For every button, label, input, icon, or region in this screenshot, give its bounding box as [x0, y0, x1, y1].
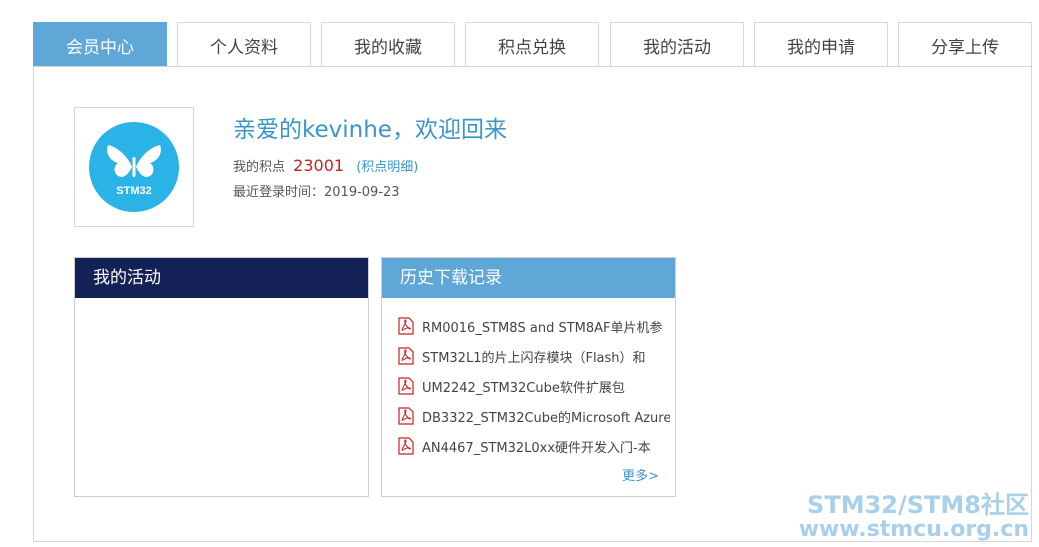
download-history-title: 历史下载记录	[382, 258, 675, 298]
tab-points-exchange[interactable]: 积点兑换	[465, 22, 599, 67]
tab-profile[interactable]: 个人资料	[177, 22, 311, 67]
tab-my-activities[interactable]: 我的活动	[610, 22, 744, 67]
my-activities-title: 我的活动	[75, 258, 368, 298]
logo-text: STM32	[116, 185, 151, 197]
stm32-logo-icon: STM32	[89, 122, 179, 212]
download-item[interactable]: DB3322_STM32Cube的Microsoft Azure	[398, 401, 675, 431]
download-item[interactable]: AN4467_STM32L0xx硬件开发入门-本	[398, 431, 675, 461]
tab-share-upload[interactable]: 分享上传	[898, 22, 1032, 67]
more-downloads-link[interactable]: 更多>	[622, 465, 659, 484]
tab-bar: 会员中心 个人资料 我的收藏 积点兑换 我的活动 我的申请 分享上传	[33, 22, 1033, 67]
points-detail-link[interactable]: (积点明细)	[356, 160, 418, 175]
last-login-time: 最近登录时间：2019-09-23	[233, 185, 400, 200]
points-value: 23001	[293, 156, 345, 175]
pdf-icon	[398, 407, 414, 425]
tab-favorites[interactable]: 我的收藏	[321, 22, 455, 67]
download-item-title: STM32L1的片上闪存模块（Flash）和	[422, 350, 646, 366]
download-item-title: RM0016_STM8S and STM8AF单片机参	[422, 320, 663, 336]
download-item[interactable]: RM0016_STM8S and STM8AF单片机参	[398, 311, 675, 341]
download-list: RM0016_STM8S and STM8AF单片机参 STM32L1的片上闪存…	[382, 298, 675, 461]
watermark-line1: STM32/STM8社区	[807, 490, 1029, 519]
greeting-heading: 亲爱的kevinhe，欢迎回来	[233, 117, 507, 143]
my-activities-box: 我的活动	[74, 257, 369, 497]
download-item[interactable]: STM32L1的片上闪存模块（Flash）和	[398, 341, 675, 371]
site-watermark: STM32/STM8社区 www.stmcu.org.cn	[798, 490, 1029, 542]
pdf-icon	[398, 377, 414, 395]
member-center-panel: STM32 亲爱的kevinhe，欢迎回来 我的积点 23001 (积点明细) …	[33, 66, 1032, 542]
avatar[interactable]: STM32	[74, 107, 194, 227]
download-history-box: 历史下载记录 RM0016_STM8S and STM8AF单片机参 STM32…	[381, 257, 676, 497]
pdf-icon	[398, 317, 414, 335]
watermark-line2: www.stmcu.org.cn	[798, 516, 1029, 542]
points-label: 我的积点	[233, 160, 286, 175]
pdf-icon	[398, 347, 414, 365]
tab-member-center[interactable]: 会员中心	[33, 22, 167, 67]
download-item-title: AN4467_STM32L0xx硬件开发入门-本	[422, 440, 651, 456]
tab-my-applications[interactable]: 我的申请	[754, 22, 888, 67]
download-item[interactable]: UM2242_STM32Cube软件扩展包	[398, 371, 675, 401]
download-item-title: DB3322_STM32Cube的Microsoft Azure	[422, 410, 670, 426]
points-line: 我的积点 23001 (积点明细)	[233, 156, 418, 175]
download-item-title: UM2242_STM32Cube软件扩展包	[422, 380, 625, 396]
pdf-icon	[398, 437, 414, 455]
